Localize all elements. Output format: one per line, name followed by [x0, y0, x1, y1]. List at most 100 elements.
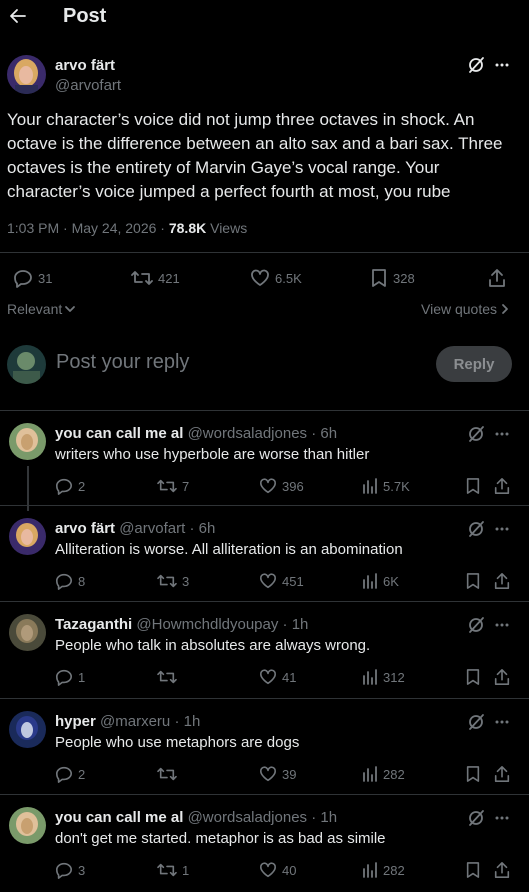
reply-icon	[55, 573, 73, 590]
heart-icon	[259, 862, 277, 878]
reply-input[interactable]: Post your reply	[56, 351, 189, 374]
reply-action[interactable]: 8	[55, 572, 85, 590]
reply-action[interactable]: 1	[55, 668, 85, 686]
reply-author-handle[interactable]: @Howmchdldyoupay	[136, 616, 278, 633]
repost-action[interactable]: 421	[131, 268, 180, 288]
reply-author-name[interactable]: arvo färt	[55, 520, 115, 537]
grok-icon[interactable]	[467, 616, 485, 634]
heart-icon	[259, 478, 277, 494]
reply-age[interactable]: · 6h	[311, 425, 337, 442]
like-action[interactable]: 451	[259, 572, 304, 590]
repost-action[interactable]: 3	[157, 572, 189, 590]
reply-icon	[55, 766, 73, 783]
reply-header: you can call me al @wordsaladjones · 1h	[55, 809, 337, 826]
heart-icon	[259, 766, 277, 782]
share-icon[interactable]	[493, 572, 511, 590]
bookmark-icon[interactable]	[465, 765, 481, 783]
view-quotes-link[interactable]: View quotes	[421, 301, 511, 317]
grok-icon[interactable]	[467, 809, 485, 827]
reply-count: 8	[78, 573, 86, 589]
repost-action[interactable]: 1	[157, 861, 189, 879]
reply-action[interactable]: 31	[13, 268, 52, 288]
repost-action[interactable]	[157, 765, 182, 783]
avatar[interactable]	[9, 518, 46, 555]
reply-age[interactable]: · 1h	[174, 713, 200, 730]
reply-count: 1	[78, 669, 86, 685]
avatar[interactable]	[7, 55, 46, 94]
grok-icon[interactable]	[467, 713, 485, 731]
thread-line	[27, 466, 29, 511]
avatar[interactable]	[9, 423, 46, 460]
avatar[interactable]	[9, 614, 46, 651]
reply-author-handle[interactable]: @wordsaladjones	[188, 809, 307, 826]
divider	[0, 601, 529, 602]
views-action[interactable]: 5.7K	[362, 477, 410, 495]
reply-age[interactable]: · 1h	[311, 809, 337, 826]
reply-count: 2	[78, 766, 86, 782]
reply-author-handle[interactable]: @arvofart	[119, 520, 185, 537]
back-arrow-icon[interactable]	[9, 7, 27, 25]
reply-age[interactable]: · 1h	[283, 616, 309, 633]
more-icon[interactable]	[494, 426, 510, 442]
repost-icon	[157, 479, 177, 493]
reply-header: you can call me al @wordsaladjones · 6h	[55, 425, 337, 442]
reply-author-name[interactable]: hyper	[55, 713, 96, 730]
post-time: 1:03 PM · May 24, 2026 ·	[7, 220, 169, 236]
more-icon[interactable]	[494, 521, 510, 537]
grok-icon[interactable]	[467, 520, 485, 538]
share-icon[interactable]	[493, 668, 511, 686]
chevron-down-icon	[65, 306, 76, 312]
avatar[interactable]	[9, 807, 46, 844]
like-action[interactable]: 6.5K	[250, 268, 302, 288]
more-icon[interactable]	[494, 57, 510, 73]
like-action[interactable]: 41	[259, 668, 296, 686]
reply-button[interactable]: Reply	[436, 346, 512, 382]
author-handle[interactable]: @arvofart	[55, 77, 121, 94]
share-icon[interactable]	[493, 861, 511, 879]
views-count: 6K	[383, 573, 399, 589]
repost-action[interactable]	[157, 668, 182, 686]
share-icon[interactable]	[487, 268, 507, 288]
reply-author-name[interactable]: you can call me al	[55, 425, 183, 442]
reply-action[interactable]: 2	[55, 477, 85, 495]
reply-age[interactable]: · 6h	[189, 520, 215, 537]
author-name[interactable]: arvo färt	[55, 57, 115, 74]
avatar[interactable]	[9, 711, 46, 748]
repost-count: 7	[182, 478, 190, 494]
repost-icon	[157, 574, 177, 588]
reply-header: Tazaganthi @Howmchdldyoupay · 1h	[55, 616, 308, 633]
bookmark-icon[interactable]	[465, 572, 481, 590]
sort-dropdown[interactable]: Relevant	[7, 301, 76, 317]
more-icon[interactable]	[494, 617, 510, 633]
view-quotes-label: View quotes	[421, 301, 498, 317]
bookmark-icon[interactable]	[465, 861, 481, 879]
reply-author-handle[interactable]: @marxeru	[100, 713, 170, 730]
share-icon[interactable]	[493, 765, 511, 783]
views-action[interactable]: 312	[362, 668, 405, 686]
reply-author-name[interactable]: you can call me al	[55, 809, 183, 826]
grok-icon[interactable]	[467, 425, 485, 443]
reply-action[interactable]: 2	[55, 765, 85, 783]
views-icon	[363, 478, 377, 494]
post-meta: 1:03 PM · May 24, 2026 · 78.8K Views	[7, 220, 247, 236]
more-icon[interactable]	[494, 714, 510, 730]
like-action[interactable]: 40	[259, 861, 296, 879]
grok-icon[interactable]	[467, 56, 485, 74]
reply-author-handle[interactable]: @wordsaladjones	[188, 425, 307, 442]
bookmark-icon[interactable]	[465, 668, 481, 686]
views-action[interactable]: 282	[362, 765, 405, 783]
more-icon[interactable]	[494, 810, 510, 826]
like-action[interactable]: 39	[259, 765, 296, 783]
repost-action[interactable]: 7	[157, 477, 189, 495]
bookmark-action[interactable]: 328	[370, 268, 415, 288]
views-action[interactable]: 6K	[362, 572, 399, 590]
reply-action[interactable]: 3	[55, 861, 85, 879]
bookmark-icon[interactable]	[465, 477, 481, 495]
like-action[interactable]: 396	[259, 477, 304, 495]
views-action[interactable]: 282	[362, 861, 405, 879]
reply-author-name[interactable]: Tazaganthi	[55, 616, 132, 633]
share-icon[interactable]	[493, 477, 511, 495]
composer-avatar	[7, 345, 46, 384]
sort-label: Relevant	[7, 301, 63, 317]
repost-icon	[157, 670, 177, 684]
